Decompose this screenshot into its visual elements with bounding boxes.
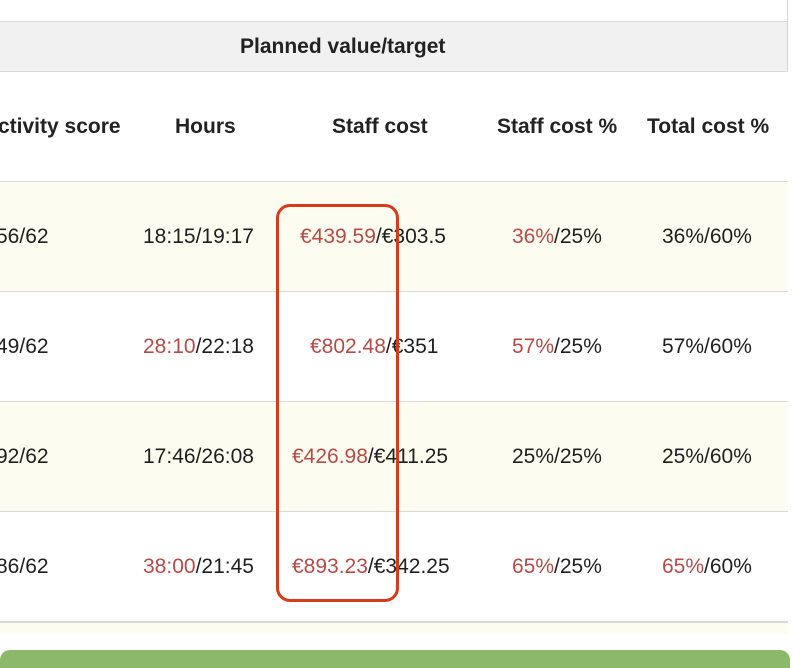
column-header-staff-cost-pct[interactable]: Staff cost % [497,72,617,182]
total-cost-pct-actual: 25% [662,445,705,468]
column-header-staff-cost[interactable]: Staff cost [332,72,428,182]
table-row-partial [0,622,788,634]
hours-target: /26:08 [195,445,254,468]
staff-cost-actual: €893.23 [292,555,368,578]
productivity-score-cell: 92/62 [0,445,49,468]
total-cost-pct-cell: 36%/60% [662,182,752,292]
total-cost-pct-target: /60% [704,225,752,248]
staff-cost-pct-target: /25% [554,335,602,358]
hours-actual: 17:46 [143,445,196,468]
table-top-strip [0,0,787,22]
staff-cost-pct-target: /25% [554,445,602,468]
hours-cell: 28:10/22:18 [143,292,254,402]
total-cost-pct-cell: 65%/60% [662,512,752,622]
productivity-score-cell: 56/62 [0,225,49,248]
staff-cost-actual: €426.98 [292,445,368,468]
hours-target: /19:17 [195,225,254,248]
staff-cost-pct-cell: 25%/25% [512,402,602,512]
staff-cost-cell: €426.98/€411.25 [292,402,448,512]
table-row[interactable]: 86/62 38:00/21:45 €893.23/€342.25 65%/25… [0,512,788,622]
total-cost-pct-actual: 36% [662,225,705,248]
total-cost-pct-actual: 65% [662,555,705,578]
column-header-productivity-score[interactable]: ctivity score [0,72,121,182]
hours-actual: 38:00 [143,555,196,578]
staff-cost-actual: €439.59 [300,225,376,248]
column-header-total-cost-pct[interactable]: Total cost % [647,72,769,182]
staff-cost-pct-actual: 65% [512,555,555,578]
staff-cost-cell: €893.23/€342.25 [292,512,450,622]
action-bar[interactable] [0,650,790,668]
hours-actual: 18:15 [143,225,196,248]
staff-cost-cell: €439.59/€303.5 [300,182,446,292]
hours-cell: 17:46/26:08 [143,402,254,512]
table-row[interactable]: 56/62 18:15/19:17 €439.59/€303.5 36%/25%… [0,182,788,292]
hours-actual: 28:10 [143,335,196,358]
staff-cost-cell: €802.48/€351 [310,292,438,402]
total-cost-pct-target: /60% [704,555,752,578]
staff-cost-pct-cell: 65%/25% [512,512,602,622]
total-cost-pct-target: /60% [704,335,752,358]
group-header-planned-value: Planned value/target [240,35,446,58]
hours-cell: 18:15/19:17 [143,182,254,292]
table-row[interactable]: 92/62 17:46/26:08 €426.98/€411.25 25%/25… [0,402,788,512]
productivity-score-cell: 49/62 [0,335,49,358]
column-header-hours[interactable]: Hours [175,72,236,182]
hours-target: /21:45 [195,555,254,578]
staff-cost-pct-target: /25% [554,555,602,578]
staff-cost-pct-actual: 25% [512,445,555,468]
total-cost-pct-cell: 57%/60% [662,292,752,402]
staff-cost-pct-actual: 57% [512,335,555,358]
staff-cost-pct-cell: 57%/25% [512,292,602,402]
total-cost-pct-cell: 25%/60% [662,402,752,512]
staff-cost-target: /€342.25 [367,555,450,578]
column-header-row: ctivity score Hours Staff cost Staff cos… [0,72,788,182]
staff-cost-pct-target: /25% [554,225,602,248]
total-cost-pct-actual: 57% [662,335,705,358]
staff-cost-pct-actual: 36% [512,225,555,248]
table-row[interactable]: 49/62 28:10/22:18 €802.48/€351 57%/25% 5… [0,292,788,402]
hours-cell: 38:00/21:45 [143,512,254,622]
staff-cost-pct-cell: 36%/25% [512,182,602,292]
staff-cost-target: /€351 [385,335,439,358]
hours-target: /22:18 [195,335,254,358]
productivity-score-cell: 86/62 [0,555,49,578]
staff-cost-actual: €802.48 [310,335,386,358]
total-cost-pct-target: /60% [704,445,752,468]
staff-cost-target: /€303.5 [375,225,446,248]
staff-cost-target: /€411.25 [367,445,449,468]
